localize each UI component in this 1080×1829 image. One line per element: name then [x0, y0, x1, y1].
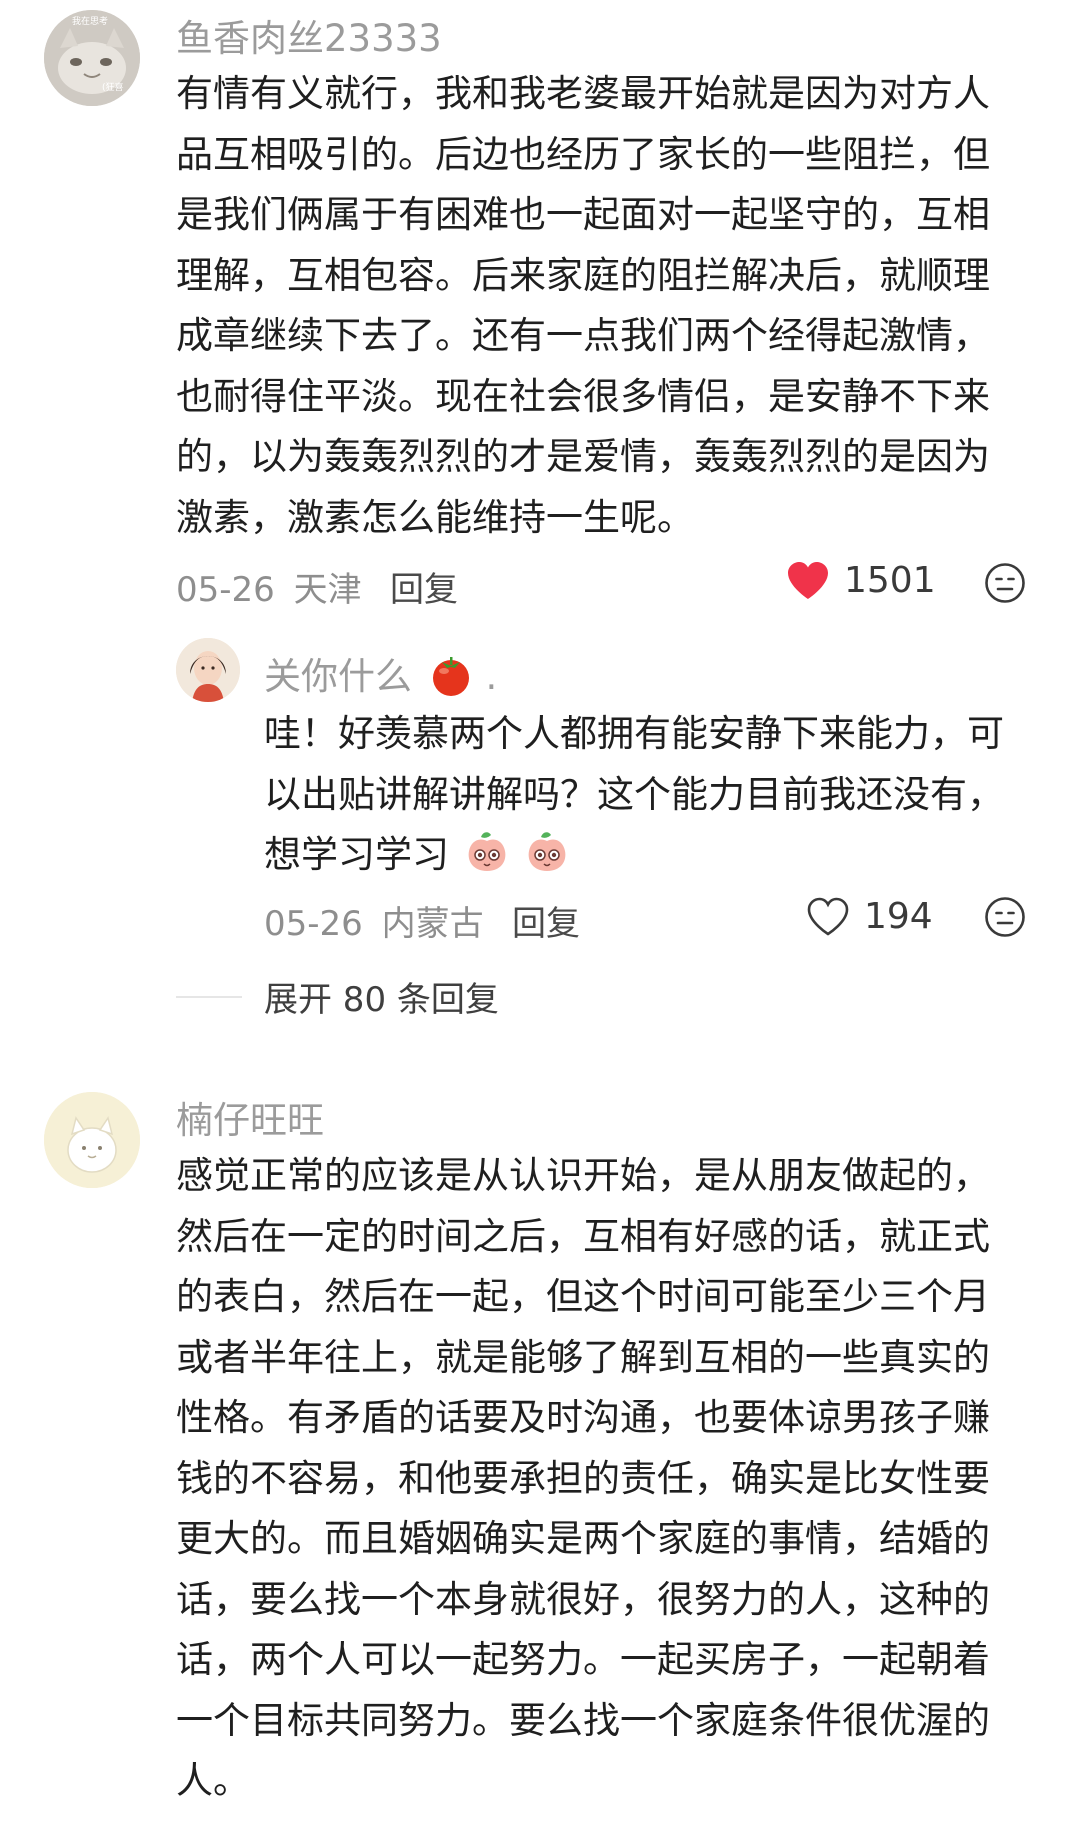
comment-line: 激素，激素怎么能维持一生呢。	[176, 495, 694, 539]
comment-line: 性格。有矛盾的话要及时沟通，也要体谅男孩子赚	[176, 1396, 990, 1439]
comment-line: 一个目标共同努力。要么找一个家庭条件很优渥的	[176, 1698, 990, 1742]
avatar-caption-top: 我在思考	[72, 17, 109, 27]
reply-line: 想学习学习	[264, 825, 1004, 886]
like-button[interactable]: 1501	[786, 560, 936, 601]
comment-line: 成章继续下去了。还有一点我们两个经得起激情，	[176, 314, 990, 357]
face-emoji-icon	[985, 563, 1025, 603]
like-count: 1501	[844, 560, 936, 601]
tomato-emoji	[432, 657, 469, 696]
comment-location: 天津	[293, 570, 362, 610]
reply-react-button[interactable]	[984, 896, 1026, 942]
comment-line: 话，两个人可以一起努力。一起买房子，一起朝着	[176, 1638, 990, 1681]
comment-username[interactable]: 楠仔旺旺	[176, 1090, 324, 1144]
comment-line: 然后在一定的时间之后，互相有好感的话，就正式	[176, 1214, 990, 1258]
avatar-user-reply[interactable]	[176, 638, 240, 702]
reply-to-reply-button[interactable]: 回复	[512, 896, 580, 945]
heart-icon	[788, 561, 828, 599]
reply-like-count: 194	[864, 896, 933, 937]
reply-text: 哇！好羡慕两个人都拥有能安静下来能力，可 以出贴讲解讲解吗？这个能力目前我还没有…	[264, 704, 1004, 886]
girl-avatar-icon	[176, 638, 240, 702]
comment-line: 的，以为轰轰烈烈的才是爱情，轰轰烈烈的是因为	[176, 435, 990, 478]
peach-emoji	[468, 832, 506, 871]
comment-line: 也耐得住平淡。现在社会很多情侣，是安静不下来	[176, 374, 990, 418]
reply-username-suffix: .	[485, 655, 498, 698]
comment-username[interactable]: 鱼香肉丝23333	[176, 8, 442, 62]
heart-outline-icon	[807, 897, 849, 936]
face-emoji-icon	[985, 897, 1025, 937]
react-button[interactable]	[984, 562, 1026, 608]
reply-date: 05-26	[264, 904, 363, 944]
reply-line: 哇！好羡慕两个人都拥有能安静下来能力，可	[264, 712, 1004, 755]
comment-line: 理解，互相包容。后来家庭的阻拦解决后，就顺理	[176, 253, 990, 297]
comment-line: 品互相吸引的。后边也经历了家长的一些阻拦，但	[176, 132, 990, 176]
comment-line: 更大的。而且婚姻确实是两个家庭的事情，结婚的	[176, 1517, 990, 1560]
comment-text: 有情有义就行，我和我老婆最开始就是因为对方人 品互相吸引的。后边也经历了家长的一…	[176, 64, 990, 548]
comment-line: 话，要么找一个本身就很好，很努力的人，这种的	[176, 1577, 990, 1621]
reply-username[interactable]: 关你什么 .	[264, 646, 497, 700]
reply-like-button[interactable]: 194	[806, 896, 933, 937]
reply-location: 内蒙古	[381, 904, 484, 944]
comment-line: 的表白，然后在一起，但这个时间可能至少三个月	[176, 1275, 990, 1318]
comment-line: 钱的不容易，和他要承担的责任，确实是比女性要	[176, 1456, 990, 1500]
comment-line: 或者半年往上，就是能够了解到互相的一些真实的	[176, 1335, 990, 1379]
comment-text: 感觉正常的应该是从认识开始，是从朋友做起的， 然后在一定的时间之后，互相有好感的…	[176, 1146, 990, 1812]
peach-emoji	[528, 832, 565, 871]
comment-line: 人。	[176, 1759, 250, 1802]
reply-line-text: 想学习学习	[264, 833, 449, 876]
reply-line: 以出贴讲解讲解吗？这个能力目前我还没有，	[264, 772, 1004, 816]
comment-date: 05-26	[176, 570, 275, 610]
avatar-user-2[interactable]	[44, 1092, 140, 1188]
expand-replies-button[interactable]: 展开 80 条回复	[176, 972, 499, 1021]
divider-line	[176, 995, 242, 998]
avatar-user-1[interactable]: 我在思考 (狂喜	[44, 10, 140, 106]
reply-username-text: 关你什么	[264, 655, 412, 698]
expand-replies-label: 展开 80 条回复	[264, 980, 499, 1020]
reply-meta: 05-26 内蒙古	[264, 896, 484, 945]
cartoon-cat-avatar-icon	[44, 1092, 140, 1188]
comment-line: 感觉正常的应该是从认识开始，是从朋友做起的，	[176, 1154, 990, 1197]
reply-button[interactable]: 回复	[390, 562, 458, 611]
comment-line: 是我们俩属于有困难也一起面对一起坚守的，互相	[176, 193, 990, 236]
comment-meta: 05-26 天津	[176, 562, 362, 611]
avatar-caption-bottom: (狂喜	[102, 83, 124, 93]
comment-line: 有情有义就行，我和我老婆最开始就是因为对方人	[176, 72, 990, 115]
